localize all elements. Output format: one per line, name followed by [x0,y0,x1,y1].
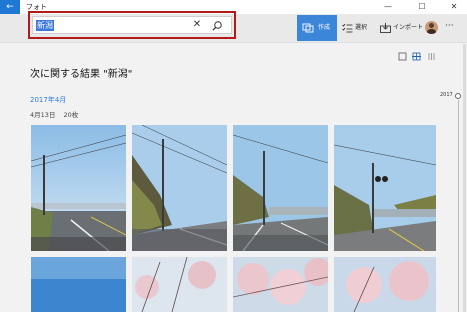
photo-thumbnail[interactable] [334,125,436,251]
scrollbar[interactable] [463,44,466,312]
photo-thumbnail[interactable] [132,125,227,251]
photo-thumbnail[interactable] [233,257,328,312]
import-icon [380,23,391,33]
photo-thumbnail[interactable] [132,257,227,312]
date-count: 4月13日 20枚 [30,110,78,120]
more-icon[interactable]: ··· [445,19,454,33]
month-link[interactable]: 2017年4月 [30,95,66,105]
photo-thumbnail[interactable] [31,125,126,251]
import-button[interactable]: インポート [378,15,424,41]
single-view-icon[interactable] [398,46,407,61]
maximize-button[interactable]: ☐ [411,0,433,14]
minimize-icon: — [384,2,392,11]
create-icon [302,23,314,33]
timeline-track[interactable] [458,100,459,312]
select-button[interactable]: 選択 [340,15,376,41]
grid-view-icon[interactable] [412,46,421,61]
search-highlight-outline [28,11,236,39]
import-label: インポート [393,24,424,31]
back-button[interactable]: ← [0,0,20,14]
date-label: 4月13日 [30,111,56,119]
list-view-icon[interactable] [427,46,436,60]
photo-thumbnail[interactable] [334,257,436,312]
create-label: 作成 [318,24,331,31]
avatar[interactable] [425,21,438,34]
close-icon: ✕ [450,2,458,11]
photo-thumbnail[interactable] [31,257,126,312]
photo-count: 20枚 [63,111,79,119]
create-button[interactable]: 作成 [297,15,337,41]
back-arrow-icon: ← [6,2,14,12]
photo-thumbnail[interactable] [233,125,328,251]
close-button[interactable]: ✕ [443,0,465,14]
select-icon [342,23,353,33]
results-heading: 次に関する結果 "新潟" [30,69,133,80]
minimize-button[interactable]: — [377,0,399,14]
timeline-marker[interactable] [455,93,461,99]
maximize-icon: ☐ [418,2,426,11]
select-label: 選択 [355,24,368,31]
timeline-year-label: 2017 [440,92,453,98]
